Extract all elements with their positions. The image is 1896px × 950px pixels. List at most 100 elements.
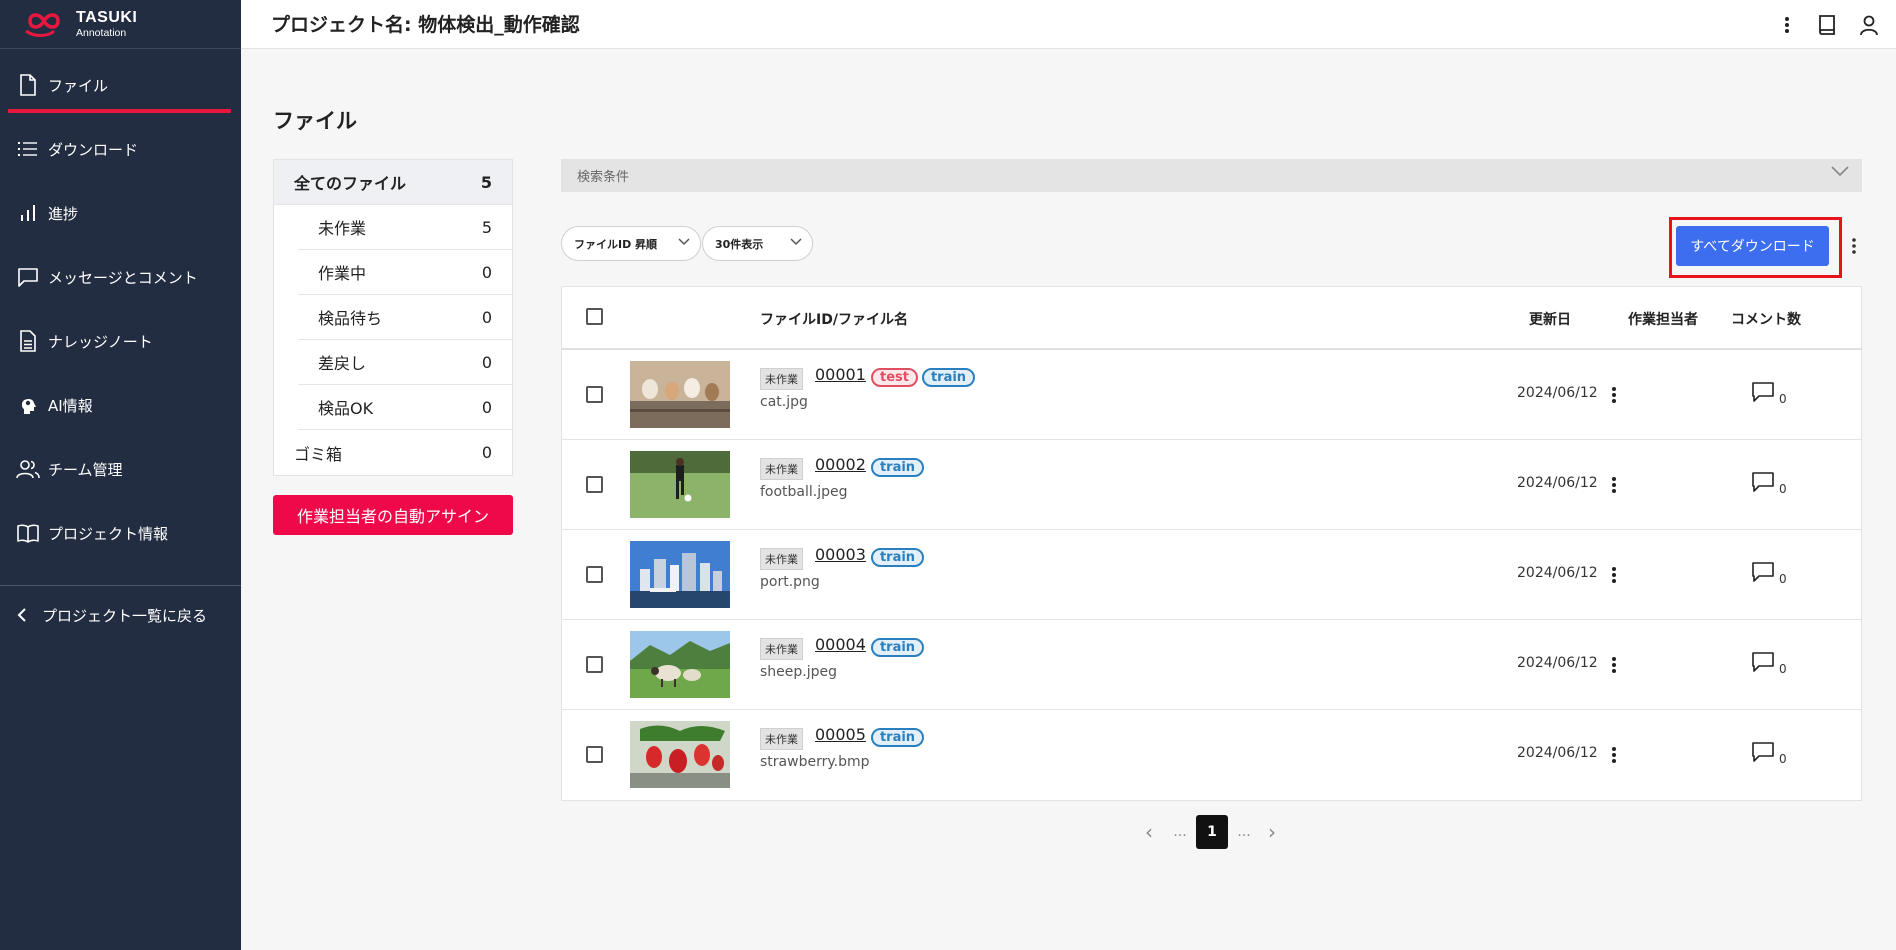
comment-count: 0: [1779, 482, 1787, 496]
row-checkbox[interactable]: [586, 656, 603, 673]
header-comments: コメント数: [1731, 312, 1801, 328]
more-vertical-icon: [1612, 477, 1616, 493]
file-id-link[interactable]: 00002: [815, 455, 866, 474]
ai-head-icon: [16, 393, 40, 417]
category-count: 0: [481, 262, 492, 282]
auto-assign-button[interactable]: 作業担当者の自動アサイン: [273, 495, 513, 535]
table-row[interactable]: 未作業 00005 train strawberry.bmp 2024/06/1…: [562, 710, 1861, 800]
open-book-icon: [16, 521, 40, 545]
comment-icon[interactable]: [1751, 471, 1775, 493]
pagination-next[interactable]: ›: [1262, 815, 1282, 849]
pagination-current-page[interactable]: 1: [1196, 815, 1228, 849]
thumbnail-port[interactable]: [630, 541, 730, 608]
sidebar-item-label: プロジェクト情報: [48, 524, 169, 543]
header-file: ファイルID/ファイル名: [760, 312, 908, 328]
more-vertical-icon: [1612, 747, 1616, 763]
tag-badge: train: [871, 548, 924, 567]
more-vertical-icon: [1785, 17, 1789, 33]
sort-select[interactable]: ファイルID 昇順: [561, 226, 701, 261]
category-returned[interactable]: 差戻し 0: [298, 340, 512, 385]
per-page-select-value: 30件表示: [715, 237, 764, 251]
sidebar-item-download[interactable]: ダウンロード: [0, 117, 241, 181]
row-more-button[interactable]: [1604, 741, 1624, 769]
comment-icon[interactable]: [1751, 381, 1775, 403]
category-not-started[interactable]: 未作業 5: [298, 205, 512, 250]
file-id-link[interactable]: 00001: [815, 365, 866, 384]
comment-icon[interactable]: [1751, 651, 1775, 673]
table-row[interactable]: 未作業 00003 train port.png 2024/06/12 0: [562, 530, 1861, 620]
sidebar-item-label: AI情報: [48, 396, 93, 415]
row-checkbox[interactable]: [586, 746, 603, 763]
tag-badge: train: [871, 638, 924, 657]
chevron-left-icon: [12, 603, 32, 627]
sidebar-item-label: チーム管理: [48, 460, 123, 479]
category-in-progress[interactable]: 作業中 0: [298, 250, 512, 295]
category-count: 5: [480, 172, 492, 192]
list-icon: [16, 137, 40, 161]
download-all-button[interactable]: すべてダウンロード: [1676, 226, 1829, 266]
table-row[interactable]: 未作業 00004 train sheep.jpeg 2024/06/12 0: [562, 620, 1861, 710]
logo[interactable]: TASUKI Annotation: [0, 0, 241, 49]
comment-icon[interactable]: [1751, 561, 1775, 583]
thumbnail-sheep[interactable]: [630, 631, 730, 698]
category-label: 検品OK: [318, 399, 374, 418]
file-name: cat.jpg: [760, 394, 808, 410]
category-review-ok[interactable]: 検品OK 0: [298, 385, 512, 430]
sidebar-item-team[interactable]: チーム管理: [0, 437, 241, 501]
row-checkbox[interactable]: [586, 566, 603, 583]
status-badge: 未作業: [760, 368, 803, 390]
chevron-down-icon: [1831, 166, 1849, 177]
message-icon: [16, 265, 40, 289]
row-checkbox[interactable]: [586, 476, 603, 493]
comment-icon[interactable]: [1751, 741, 1775, 763]
thumbnail-strawberry[interactable]: [630, 721, 730, 788]
category-label: ゴミ箱: [294, 444, 343, 464]
row-more-button[interactable]: [1604, 651, 1624, 679]
more-vertical-icon: [1852, 238, 1856, 254]
table-header: ファイルID/ファイル名 更新日 作業担当者 コメント数: [562, 287, 1861, 350]
table-row[interactable]: 未作業 00001 test train cat.jpg 2024/06/12 …: [562, 350, 1861, 440]
bar-chart-icon: [16, 201, 40, 225]
search-conditions-label: 検索条件: [577, 170, 630, 185]
thumbnail-cat[interactable]: [630, 361, 730, 428]
category-all-files[interactable]: 全てのファイル 5: [274, 160, 512, 205]
row-more-button[interactable]: [1604, 561, 1624, 589]
top-header: プロジェクト名: 物体検出_動作確認: [241, 0, 1896, 49]
list-more-button[interactable]: [1844, 232, 1864, 260]
search-conditions-toggle[interactable]: 検索条件: [561, 159, 1862, 192]
sidebar-item-label: ナレッジノート: [48, 332, 153, 351]
header-more-button[interactable]: [1772, 10, 1802, 40]
sidebar-item-project-info[interactable]: プロジェクト情報: [0, 501, 241, 565]
sidebar-item-ai-info[interactable]: AI情報: [0, 373, 241, 437]
sort-select-value: ファイルID 昇順: [574, 237, 658, 251]
back-to-projects-link[interactable]: プロジェクト一覧に戻る: [12, 603, 207, 627]
sidebar-item-files[interactable]: ファイル: [0, 53, 241, 117]
row-more-button[interactable]: [1604, 381, 1624, 409]
per-page-select[interactable]: 30件表示: [702, 226, 813, 261]
file-id-link[interactable]: 00003: [815, 545, 866, 564]
select-all-checkbox[interactable]: [586, 308, 603, 325]
thumbnail-football[interactable]: [630, 451, 730, 518]
category-count: 5: [481, 217, 492, 237]
sidebar-item-label: ダウンロード: [48, 140, 139, 159]
pagination-ellipsis: ...: [1173, 824, 1187, 840]
file-id-link[interactable]: 00005: [815, 725, 866, 744]
team-icon: [16, 457, 40, 481]
header-user-button[interactable]: [1854, 10, 1884, 40]
category-trash[interactable]: ゴミ箱 0: [274, 430, 512, 475]
pagination-prev[interactable]: ‹: [1139, 815, 1159, 849]
sidebar-item-knowledge[interactable]: ナレッジノート: [0, 309, 241, 373]
sidebar-item-label: メッセージとコメント: [48, 268, 198, 287]
row-checkbox[interactable]: [586, 386, 603, 403]
category-awaiting-review[interactable]: 検品待ち 0: [298, 295, 512, 340]
header-manual-button[interactable]: [1812, 10, 1842, 40]
table-row[interactable]: 未作業 00002 train football.jpeg 2024/06/12…: [562, 440, 1861, 530]
main-content: ファイル 全てのファイル 5 未作業 5 作業中 0 検品待ち 0 差戻し 0 …: [241, 49, 1896, 950]
tag-badge: train: [871, 458, 924, 477]
status-badge: 未作業: [760, 548, 803, 570]
sidebar-item-messages[interactable]: メッセージとコメント: [0, 245, 241, 309]
page-title: ファイル: [273, 109, 357, 133]
sidebar-item-progress[interactable]: 進捗: [0, 181, 241, 245]
file-id-link[interactable]: 00004: [815, 635, 866, 654]
row-more-button[interactable]: [1604, 471, 1624, 499]
